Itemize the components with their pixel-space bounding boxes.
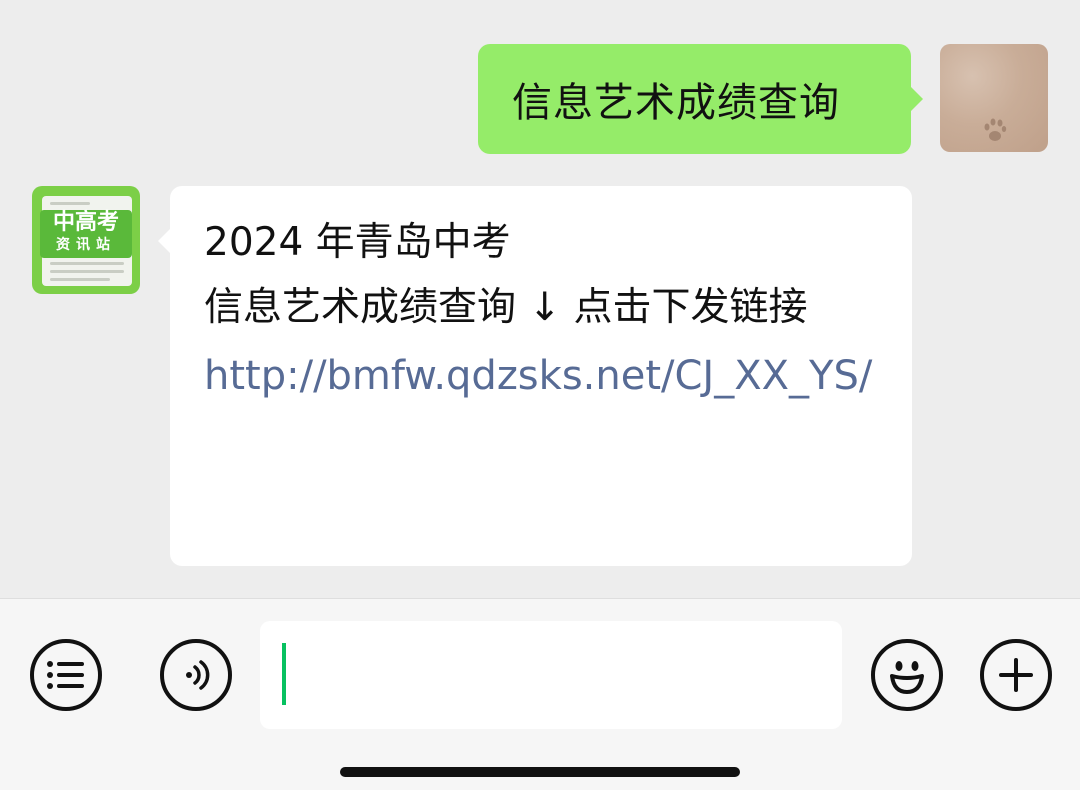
message-link[interactable]: http://bmfw.qdzsks.net/CJ_XX_YS/ [204, 342, 882, 410]
outgoing-message-text: 信息艺术成绩查询 [512, 80, 840, 126]
emoji-icon [890, 661, 924, 694]
list-menu-icon [47, 661, 84, 689]
text-cursor [282, 643, 286, 705]
voice-icon [186, 660, 210, 690]
outgoing-message-bubble[interactable]: 信息艺术成绩查询 [478, 44, 923, 154]
chat-area: 信息艺术成绩查询 中高考 资讯站 2024 年青岛中考 信息艺术成绩查询 ↓ 点… [0, 0, 1080, 598]
emoji-button[interactable] [871, 639, 943, 711]
my-avatar[interactable] [940, 44, 1048, 152]
message-line-title: 2024 年青岛中考 [204, 220, 511, 265]
sender-logo-badge: 中高考 资讯站 [40, 210, 132, 258]
home-indicator[interactable] [340, 767, 740, 777]
paw-print-icon [984, 118, 1007, 141]
input-bar [0, 598, 1080, 790]
voice-input-button[interactable] [160, 639, 232, 711]
logo-text-bottom: 资讯站 [56, 237, 116, 253]
logo-text-top: 中高考 [52, 210, 119, 235]
plus-icon [999, 658, 1033, 692]
message-line-body: 信息艺术成绩查询 ↓ 点击下发链接 [204, 285, 808, 330]
menu-button[interactable] [30, 639, 102, 711]
message-input[interactable] [260, 621, 842, 729]
incoming-message-bubble[interactable]: 2024 年青岛中考 信息艺术成绩查询 ↓ 点击下发链接 http://bmfw… [158, 186, 912, 566]
sender-avatar[interactable]: 中高考 资讯站 [32, 186, 140, 294]
more-button[interactable] [980, 639, 1052, 711]
